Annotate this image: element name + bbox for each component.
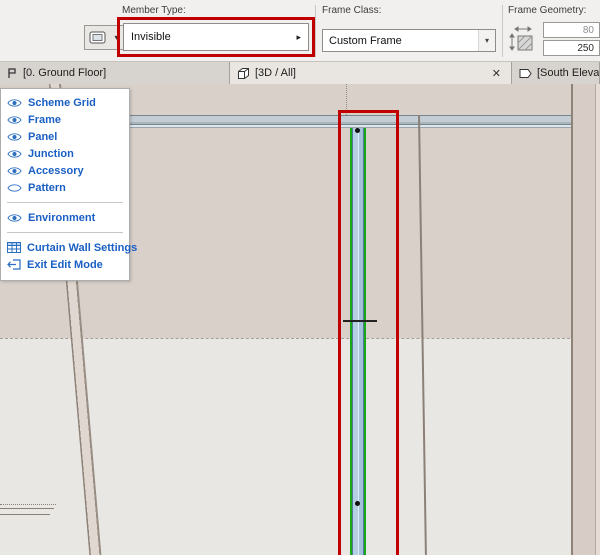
eye-icon [7,166,22,176]
frame-class-value: Custom Frame [329,35,402,47]
flyout-arrow-icon: ▸ [296,32,301,43]
palette-item-label: Frame [28,114,61,126]
frame-depth-value: 250 [577,43,594,54]
annotation-mullion-highlight [338,110,399,555]
frame-depth-field[interactable]: 250 [543,40,600,56]
tab-label: [3D / All] [255,67,296,79]
frame-geometry-label: Frame Geometry: [508,5,586,16]
tab-bar: [0. Ground Floor] [3D / All] ✕ [South El… [0,62,600,84]
frame-width-field[interactable]: 80 [543,22,600,38]
slab-edge-line [0,508,54,509]
palette-item-exit-edit-mode[interactable]: Exit Edit Mode [1,256,129,273]
palette-item-label: Curtain Wall Settings [27,242,137,254]
frame-class-label: Frame Class: [322,5,381,16]
cube-3d-icon [237,67,250,80]
palette-item-label: Exit Edit Mode [27,259,103,271]
frame-class-dropdown[interactable]: Custom Frame ▾ [322,29,496,52]
story-icon [7,68,18,79]
toolbar: ▾ Member Type: Invisible ▸ Frame Class: … [0,0,600,62]
viewport-3d[interactable]: Scheme Grid Frame Panel Junction Accesso… [0,84,600,555]
palette-item-panel[interactable]: Panel [1,128,129,145]
exit-icon [7,259,21,270]
member-type-label: Member Type: [122,5,186,16]
palette-item-label: Accessory [28,165,84,177]
palette-separator [7,232,123,233]
palette-item-curtain-wall-settings[interactable]: Curtain Wall Settings [1,239,129,256]
eye-icon [7,149,22,159]
palette-item-label: Scheme Grid [28,97,96,109]
far-right-wall [571,84,600,555]
edit-mode-palette: Scheme Grid Frame Panel Junction Accesso… [0,88,130,281]
panel-type-icon [89,31,106,44]
palette-item-junction[interactable]: Junction [1,145,129,162]
palette-separator [7,202,123,203]
eye-hidden-icon [7,183,22,193]
slab-edge-line [0,514,50,515]
palette-item-frame[interactable]: Frame [1,111,129,128]
tab-label: [0. Ground Floor] [23,67,106,79]
toolbar-separator [502,5,503,57]
member-type-dropdown[interactable]: Invisible ▸ [123,23,309,51]
palette-item-label: Pattern [28,182,66,194]
palette-item-pattern[interactable]: Pattern [1,179,129,196]
frame-geometry-icon [507,24,537,54]
frame-width-value: 80 [583,25,594,36]
tab-ground-floor[interactable]: [0. Ground Floor] [0,62,230,84]
combo-arrow-icon: ▾ [478,30,495,51]
settings-grid-icon [7,242,21,253]
palette-item-label: Environment [28,212,95,224]
eye-icon [7,132,22,142]
elevation-icon [519,68,532,79]
toolbar-separator [315,5,316,57]
palette-item-label: Panel [28,131,57,143]
panel-type-button[interactable] [84,25,111,50]
eye-icon [7,213,22,223]
close-icon[interactable]: ✕ [489,67,504,80]
tab-3d-all[interactable]: [3D / All] ✕ [230,62,512,84]
eye-icon [7,115,22,125]
palette-item-environment[interactable]: Environment [1,209,129,226]
eye-icon [7,98,22,108]
app-window: ▾ Member Type: Invisible ▸ Frame Class: … [0,0,600,555]
palette-item-accessory[interactable]: Accessory [1,162,129,179]
member-type-value: Invisible [131,31,171,43]
annotation-member-type-highlight: Invisible ▸ [117,17,315,57]
floor-level-dotted-line [0,504,56,505]
tab-label: [South Eleva [537,67,599,79]
tab-south-elevation[interactable]: [South Eleva [512,62,600,84]
palette-item-label: Junction [28,148,74,160]
palette-item-scheme-grid[interactable]: Scheme Grid [1,94,129,111]
